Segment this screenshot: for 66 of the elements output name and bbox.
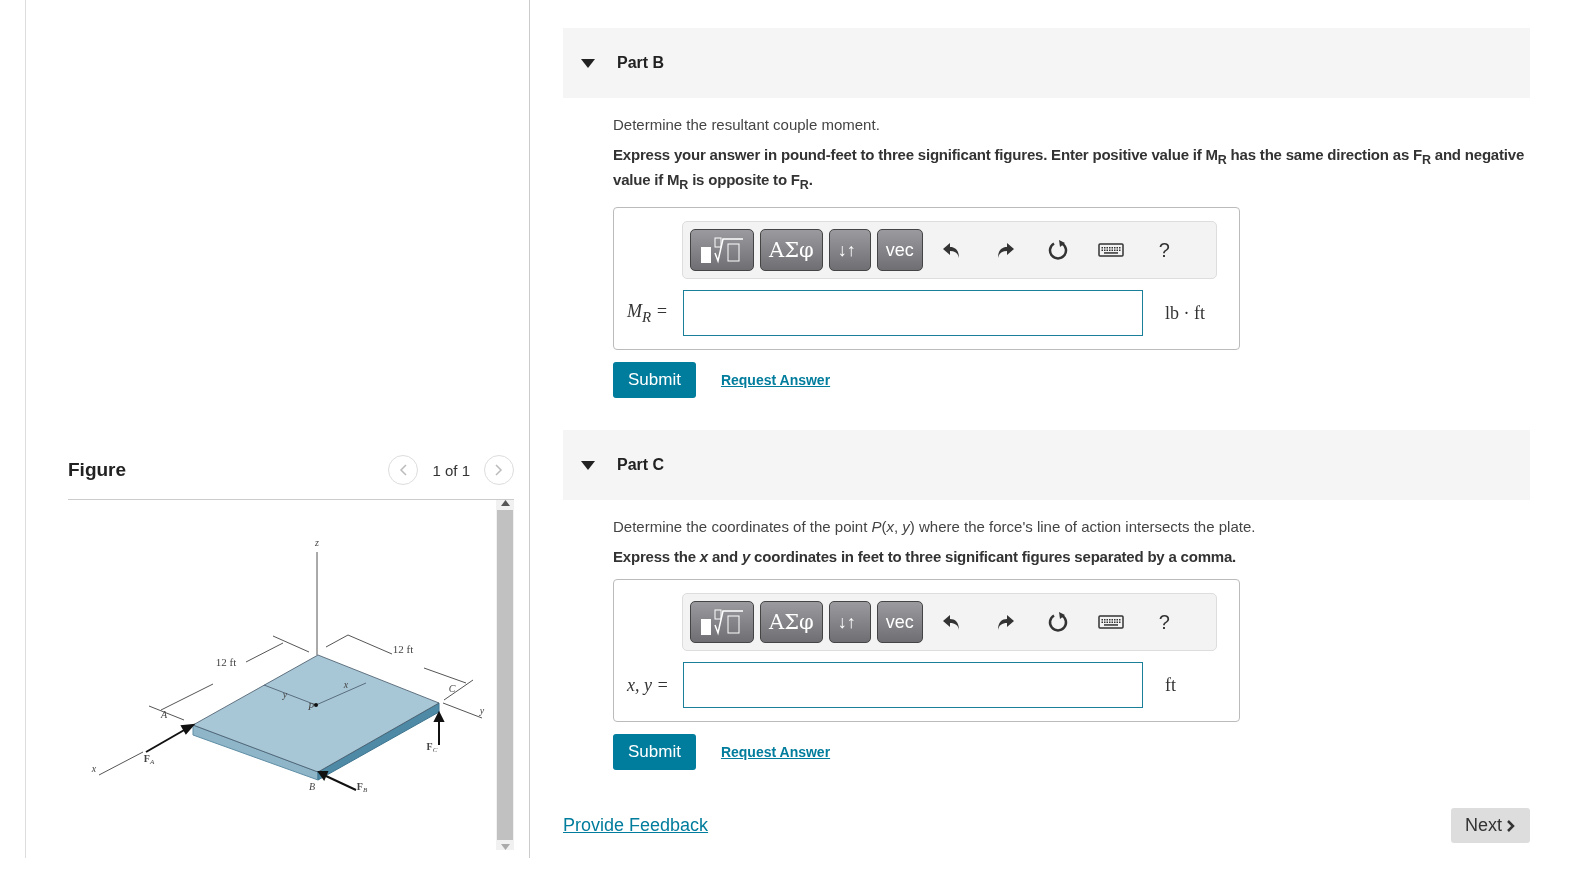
diagram-label: y xyxy=(282,689,288,700)
diagram-label: y xyxy=(479,705,485,716)
chevron-right-icon xyxy=(495,464,503,476)
diagram-label: 12 ft xyxy=(392,643,414,655)
force-arrow xyxy=(433,710,445,746)
answer-label: x, y = xyxy=(627,674,670,696)
request-answer-link[interactable]: Request Answer xyxy=(720,372,831,388)
instruction-text: Express your answer in pound-feet to three significant figures. Enter positive value if M$_{R}$ has the same direction as F$_{R}$ and negative value if M$_{R}$ is opposite to F$_{R}$. xyxy=(613,145,1526,194)
diagram-label: F$_{A}$ xyxy=(143,753,155,766)
next-button[interactable]: Next xyxy=(1451,808,1530,843)
x-axis xyxy=(98,751,144,776)
reset-icon xyxy=(1047,611,1070,633)
answer-field[interactable] xyxy=(683,290,1143,336)
scroll-down-icon xyxy=(500,844,510,850)
symbol-button[interactable]: ↓↑ xyxy=(828,601,871,643)
figure-title: Figure xyxy=(68,459,128,481)
diagram-label: F$_{B}$ xyxy=(356,781,368,794)
diagram-label: C xyxy=(448,683,456,694)
part-header[interactable]: Part B xyxy=(563,28,1530,98)
diagram-label: A xyxy=(160,709,168,720)
templates-icon xyxy=(699,607,745,637)
diagram-label: x xyxy=(91,763,97,774)
diagram-label: z xyxy=(315,537,319,548)
y-axis xyxy=(442,702,483,719)
page-counter: 1 of 1 xyxy=(432,461,470,479)
answer-label: M$_{R}$ = xyxy=(627,300,669,326)
symbol-button[interactable]: ΑΣφ xyxy=(760,229,823,271)
chevron-right-icon xyxy=(1506,818,1516,833)
symbol-button[interactable]: vec xyxy=(876,601,923,643)
collapse-caret-icon[interactable] xyxy=(581,460,595,470)
part-header[interactable]: Part C xyxy=(563,430,1530,500)
part-title: Part B xyxy=(617,54,665,72)
question-text: Determine the resultant couple moment. xyxy=(613,116,881,133)
help-button[interactable]: ? xyxy=(1140,601,1188,643)
submit-button[interactable]: Submit xyxy=(613,362,696,398)
redo-icon xyxy=(995,612,1016,632)
templates-icon xyxy=(699,235,745,265)
help-button[interactable]: ? xyxy=(1140,229,1188,271)
unit-label: ft xyxy=(1165,674,1176,696)
symbol-button[interactable]: vec xyxy=(876,229,923,271)
instruction-text: Express the x and y coordinates in feet to three significant figures separated by a comma. xyxy=(613,547,1238,567)
diagram-label: F$_{C}$ xyxy=(426,741,438,754)
scrollbar[interactable] xyxy=(496,500,514,850)
chevron-left-icon xyxy=(399,464,408,476)
collapse-caret-icon[interactable] xyxy=(581,58,595,68)
answer-field[interactable] xyxy=(683,662,1143,708)
unit-label: lb · ft xyxy=(1165,302,1205,324)
keyboard-icon xyxy=(1098,615,1125,629)
diagram-label: 12 ft xyxy=(215,656,237,668)
diagram-label: x xyxy=(343,679,349,690)
question-text: Determine the coordinates of the point P(x, y) where the force's line of action intersects the plate. xyxy=(613,518,1257,535)
reset-icon xyxy=(1047,239,1070,261)
templates-button[interactable] xyxy=(690,601,754,643)
force-arrow xyxy=(317,771,357,791)
submit-button[interactable]: Submit xyxy=(613,734,696,770)
scroll-up-icon xyxy=(500,500,510,506)
diagram-label: P xyxy=(307,701,315,712)
templates-button[interactable] xyxy=(690,229,754,271)
keyboard-icon xyxy=(1098,243,1125,257)
feedback-link[interactable]: Provide Feedback xyxy=(563,815,709,836)
request-answer-link[interactable]: Request Answer xyxy=(720,744,831,760)
symbol-button[interactable]: ΑΣφ xyxy=(760,601,823,643)
part-title: Part C xyxy=(617,456,665,474)
symbol-button[interactable]: ↓↑ xyxy=(828,229,871,271)
diagram-label: B xyxy=(308,781,316,792)
force-arrow xyxy=(145,723,196,753)
